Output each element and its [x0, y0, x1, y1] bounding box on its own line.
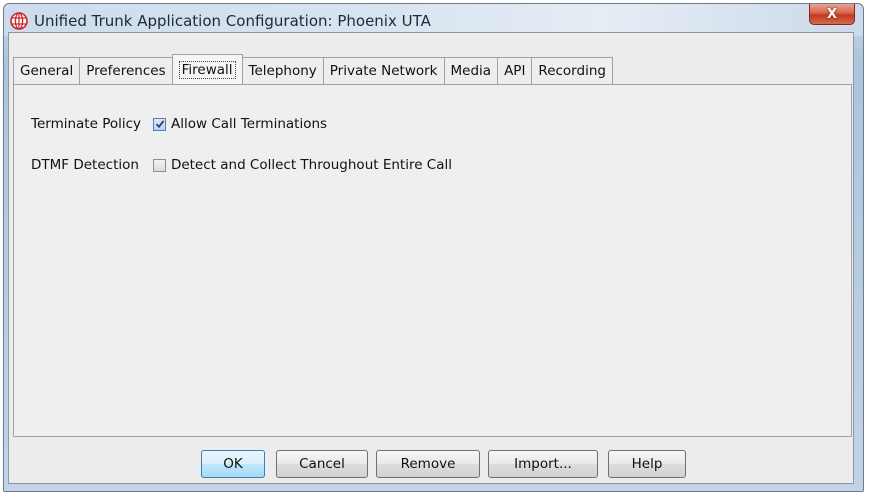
close-button[interactable]: X — [809, 4, 855, 25]
ok-button[interactable]: OK — [201, 450, 265, 478]
close-icon: X — [826, 6, 838, 22]
checkmark-icon — [155, 120, 164, 129]
import-button[interactable]: Import... — [488, 450, 598, 478]
globe-icon — [10, 12, 28, 30]
tab-general[interactable]: General — [13, 57, 81, 84]
allow-call-terminations-checkbox[interactable] — [153, 117, 167, 131]
tab-firewall[interactable]: Firewall — [171, 54, 243, 84]
dtmf-detection-label: DTMF Detection — [31, 157, 139, 173]
detect-and-collect-label[interactable]: Detect and Collect Throughout Entire Cal… — [171, 157, 452, 173]
window-title: Unified Trunk Application Configuration:… — [34, 12, 431, 30]
tab-telephony[interactable]: Telephony — [241, 57, 324, 84]
remove-button[interactable]: Remove — [376, 450, 480, 478]
terminate-policy-label: Terminate Policy — [31, 116, 142, 132]
allow-call-terminations-label[interactable]: Allow Call Terminations — [171, 116, 327, 132]
tab-api[interactable]: API — [497, 57, 533, 84]
terminate-policy-row: Terminate Policy Allow Call Terminations — [31, 116, 327, 132]
tab-bar: General Preferences Firewall Telephony P… — [13, 54, 613, 84]
tab-preferences[interactable]: Preferences — [79, 57, 173, 84]
tab-recording[interactable]: Recording — [531, 57, 613, 84]
dtmf-detection-row: DTMF Detection Detect and Collect Throug… — [31, 157, 452, 173]
button-row: OK Cancel Remove Import... Help — [0, 450, 869, 480]
tab-firewall-label: Firewall — [178, 60, 236, 79]
detect-and-collect-checkbox[interactable] — [152, 158, 166, 172]
cancel-button[interactable]: Cancel — [276, 450, 368, 478]
tab-private-network[interactable]: Private Network — [322, 57, 445, 84]
firewall-panel: Terminate Policy Allow Call Terminations… — [13, 84, 852, 437]
help-button[interactable]: Help — [608, 450, 686, 478]
tab-media[interactable]: Media — [443, 57, 499, 84]
